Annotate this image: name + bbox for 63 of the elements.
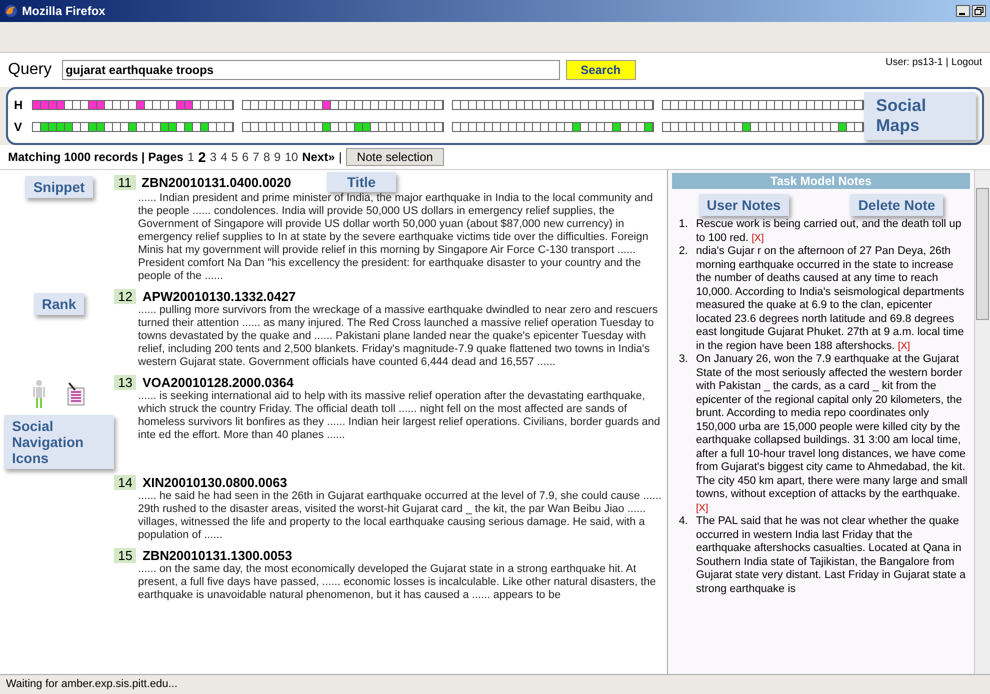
separator: | xyxy=(946,57,948,68)
annotation-label: Title xyxy=(327,172,396,192)
annotation-label: User Notes xyxy=(698,194,789,216)
query-field[interactable]: gujarat earthquake troops xyxy=(62,60,560,80)
globe-icon xyxy=(4,4,18,18)
note-text: ndia's Gujar r on the afternoon of 27 Pan Deya, 26th morning earthquake occurred in the state to increase the number of deaths caused at any time to reach 10,000. According to India's seismological departments measured the quake at 6.9 to the clan, epicenter located 23.6 degrees north latitude and 69.8 degrees east longitude Gujarat Phuket. 27th at 9 a.m. local time in the region have been 188 aftershocks. [X] xyxy=(696,245,966,353)
map-row-label: H xyxy=(14,98,24,112)
note-selection-button[interactable]: Note selection xyxy=(346,148,444,166)
separator: | xyxy=(338,150,342,164)
note-number: 4. xyxy=(678,515,688,529)
page-link[interactable]: 5 xyxy=(231,150,238,164)
status-text: Waiting for amber.exp.sis.pitt.edu... xyxy=(0,674,990,694)
notes-header: Task Model Notes xyxy=(672,173,970,189)
note-text: Rescue work is being carried out, and the death toll up to 100 red. [X] xyxy=(696,218,962,245)
note-text: On January 26, won the 7.9 earthquake at the Gujarat State of the most seriously affected the western border with Pakistan _ the cards, as a card _ kit from the epicenter of the regional capital only 20 kilometers, the brunt. According to media repo coordinates only 150,000 urba are 15,000 people were killed city by the earthquake collapsed buildings. 31 3:00 am local time, after a full 10-hour travel long distances, we have come from Gujarat's biggest city came to Ahmedabad, the kit. The city 450 km apart, there were many large and small towns, without exception of attacks by the earthquake. [X] xyxy=(696,353,968,515)
scrollbar[interactable] xyxy=(974,170,990,674)
delete-link[interactable]: [X] xyxy=(752,232,764,244)
delete-link[interactable]: [X] xyxy=(898,340,910,352)
result-title[interactable]: ZBN20010131.0400.0020 xyxy=(142,174,292,190)
page-link[interactable]: 6 xyxy=(242,150,249,164)
page-link[interactable]: 3 xyxy=(210,150,217,164)
result-snippet: ...... on the same day, the most economically developed the Gujarat state in a strong earthquake hit. At present, a full five days have passed, ...... economic losses is incalculable. Like other natural disasters, the earthquake is unavoidable natural phenomenon, but it has caused a ...... appears to be xyxy=(138,563,657,602)
records-summary: Matching 1000 records | Pages xyxy=(8,150,184,164)
note-number: 3. xyxy=(678,353,688,367)
page-link[interactable]: 10 xyxy=(284,150,298,164)
note-number: 2. xyxy=(678,245,688,259)
annotation-label: Delete Note xyxy=(850,194,944,216)
rank-badge: 14 xyxy=(114,475,136,490)
rank-badge: 13 xyxy=(114,375,136,390)
annotation-label: Snippet xyxy=(25,176,93,198)
result-snippet: ...... is seeking international aid to help with its massive relief operation after the devastating earthquake, which struck the country Friday. The official death toll ...... night fell on the most affected are sands of homeless survivors lit bonfires as they ...... Indian heir largest relief operations. Civilians, border guards and inte ed the effort. More than 40 planes ...... xyxy=(138,390,662,442)
result-title[interactable]: ZBN20010131.1300.0053 xyxy=(142,548,292,563)
rank-badge: 11 xyxy=(114,174,136,190)
result-title[interactable]: XIN20010130.0800.0063 xyxy=(142,475,288,490)
page-link[interactable]: 8 xyxy=(263,150,270,164)
query-label: Query xyxy=(8,61,52,79)
annotation-label: Social Navigation Icons xyxy=(4,415,114,469)
result-snippet: ...... he said he had seen in the 26th in Gujarat earthquake occurred at the level of 7.9, she could cause ...... 29th rushed to the disaster areas, visited the worst-hit Gujarat card _ the kit, the par Wan Beibu Jiao ...... villages, witnessed the life and property to the local earthquake causing serious damage. He said, with a population of ...... xyxy=(138,490,662,542)
page-link[interactable]: 1 xyxy=(187,150,194,164)
result-title[interactable]: APW20010130.1332.0427 xyxy=(142,289,296,304)
annotation-label: Rank xyxy=(34,293,84,315)
result-title[interactable]: VOA20010128.2000.0364 xyxy=(142,375,294,390)
page-link[interactable]: 9 xyxy=(274,150,281,164)
note-text: The PAL said that he was not clear whether the quake occurred in western India last Friday that the earthquake aftershocks casualties. Located at Qana in Southern India state of Tajikistan, the Bangalore from Gujarat state very distant. Last Friday in Gujarat state a strong earthquake is xyxy=(696,515,967,596)
search-button[interactable]: Search xyxy=(566,60,636,80)
next-link[interactable]: Next» xyxy=(302,150,335,164)
result-snippet: ...... pulling more survivors from the wreckage of a massive earthquake dwindled to near zero and rescuers turned their attention ...... as many injured. The Red Cross launched a massive relief operation Tuesday to towns devastated by the quake and ...... Pakistani plane landed near the quake's epicenter Tuesday with relief, including 200 tents and 2,500 blankets. Friday's magnitude-7.9 quake flattened two towns in India's western Gujarat state. Government officials have counted 6,444 dead and 16,557 ...... xyxy=(138,304,659,369)
page-link[interactable]: 2 xyxy=(198,149,206,165)
annotation-label: Social Maps xyxy=(864,92,976,140)
page-link[interactable]: 7 xyxy=(252,150,260,164)
note-number: 1. xyxy=(678,218,688,232)
window-title: Mozilla Firefox xyxy=(22,4,106,18)
minimize-icon[interactable] xyxy=(956,5,970,17)
map-row-label: V xyxy=(14,120,24,134)
rank-badge: 15 xyxy=(114,548,136,563)
rank-badge: 12 xyxy=(114,289,136,304)
restore-icon[interactable] xyxy=(972,5,986,17)
delete-link[interactable]: [X] xyxy=(696,502,708,514)
user-label: User: ps13-1 xyxy=(886,57,943,68)
page-link[interactable]: 4 xyxy=(220,150,228,164)
notepad-icon[interactable] xyxy=(66,382,86,406)
logout-link[interactable]: Logout xyxy=(951,57,982,68)
result-snippet: ...... Indian president and prime minister of India, the major earthquake in India to the local community and the people ...... condolences. India will provide 50,000 US dollars in emergency relief supplies, the Government of Singapore will provide US dollar worth 50,000 yuan (about $87,000 new currency) in emergency relief supplies to In at state by the severe earthquake victims tide over the difficulties. Foreign Minis hat my government will provide relief in this morning by Singapore Air Force C-130 transport ...... President comfort Na Dan "his excellency the president: for earthquake disaster to your country and the people of the ...... xyxy=(138,192,654,283)
